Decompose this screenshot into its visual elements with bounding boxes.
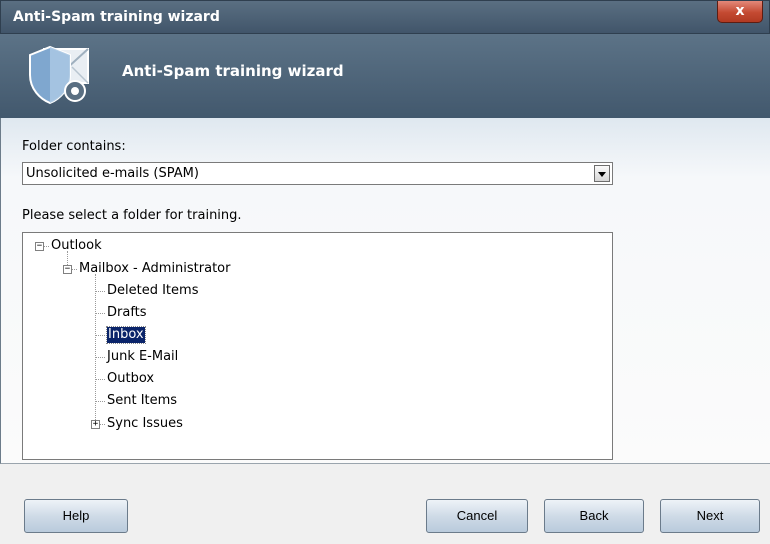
chevron-down-icon[interactable] bbox=[594, 165, 610, 182]
wizard-header: Anti-Spam training wizard bbox=[0, 34, 770, 118]
tree-connector bbox=[95, 335, 105, 336]
tree-connector bbox=[95, 291, 105, 292]
cancel-button[interactable]: Cancel bbox=[426, 499, 528, 533]
tree-node-outbox[interactable]: Outbox bbox=[107, 371, 154, 387]
collapse-icon[interactable]: − bbox=[35, 242, 44, 251]
tree-node-outlook[interactable]: Outlook bbox=[51, 238, 102, 254]
window-title: Anti-Spam training wizard bbox=[13, 9, 220, 25]
tree-node-drafts[interactable]: Drafts bbox=[107, 305, 147, 321]
tree-connector bbox=[95, 357, 105, 358]
close-button[interactable]: x bbox=[717, 1, 763, 23]
expand-icon[interactable]: + bbox=[91, 420, 100, 429]
back-button[interactable]: Back bbox=[544, 499, 644, 533]
tree-connector bbox=[95, 379, 105, 380]
tree-node-deleted-items[interactable]: Deleted Items bbox=[107, 283, 198, 299]
help-button[interactable]: Help bbox=[24, 499, 128, 533]
folder-tree[interactable]: − Outlook − Mailbox - Administrator Dele… bbox=[22, 232, 613, 460]
tree-connector bbox=[95, 313, 105, 314]
folder-contains-select[interactable]: Unsolicited e-mails (SPAM) bbox=[22, 162, 613, 185]
collapse-icon[interactable]: − bbox=[63, 265, 72, 274]
folder-contains-value: Unsolicited e-mails (SPAM) bbox=[26, 166, 199, 181]
next-button[interactable]: Next bbox=[660, 499, 760, 533]
close-icon: x bbox=[735, 3, 745, 19]
select-folder-label: Please select a folder for training. bbox=[22, 208, 242, 223]
wizard-footer: Help Cancel Back Next bbox=[0, 464, 770, 544]
shield-envelope-gear-icon bbox=[29, 45, 89, 105]
tree-node-mailbox[interactable]: Mailbox - Administrator bbox=[79, 261, 230, 277]
folder-contains-label: Folder contains: bbox=[22, 139, 126, 154]
title-bar: Anti-Spam training wizard x bbox=[0, 0, 770, 34]
tree-connector bbox=[95, 401, 105, 402]
tree-node-sync-issues[interactable]: Sync Issues bbox=[107, 416, 183, 432]
tree-node-sent-items[interactable]: Sent Items bbox=[107, 393, 177, 409]
tree-node-junk-email[interactable]: Junk E-Mail bbox=[107, 349, 178, 365]
header-title: Anti-Spam training wizard bbox=[122, 62, 344, 80]
tree-node-inbox[interactable]: Inbox bbox=[106, 326, 146, 344]
